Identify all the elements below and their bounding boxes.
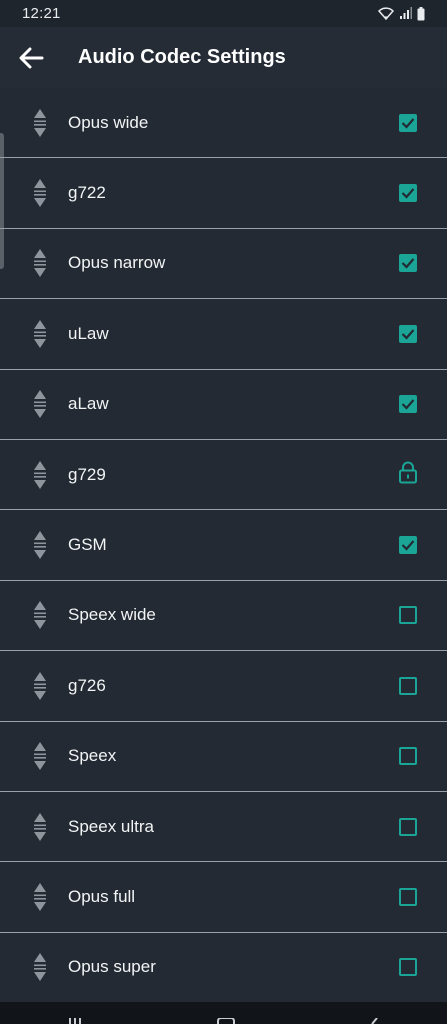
codec-label: GSM [68,535,107,555]
codec-row[interactable]: g729 [0,440,447,511]
drag-handle-icon[interactable] [26,389,54,419]
codec-label: Opus narrow [68,253,166,273]
codec-row[interactable]: Speex ultra [0,792,447,863]
codec-label: uLaw [68,323,109,343]
codec-checkbox[interactable] [399,254,417,273]
codec-label: Opus full [68,886,136,906]
codec-label: Opus wide [68,112,149,132]
check-icon [401,399,415,410]
codec-label: g722 [68,183,106,203]
wifi-icon [378,7,394,20]
codec-row[interactable]: Speex [0,722,447,792]
codec-row[interactable]: Opus super [0,933,447,1004]
drag-handle-icon[interactable] [26,460,54,490]
check-icon [401,329,415,340]
system-nav-bar [0,1002,447,1024]
codec-checkbox[interactable] [399,113,417,132]
codec-label: Opus super [68,957,156,977]
codec-label: Speex ultra [68,816,154,836]
codec-checkbox[interactable] [399,676,417,695]
back-nav-icon[interactable] [368,1018,382,1024]
home-icon[interactable] [215,1018,237,1024]
codec-checkbox[interactable] [399,747,417,766]
drag-handle-icon[interactable] [26,108,54,138]
codec-checkbox[interactable] [399,395,417,414]
page-title: Audio Codec Settings [78,46,286,68]
codec-checkbox[interactable] [399,184,417,203]
codec-checkbox[interactable] [399,324,417,343]
codec-row[interactable]: Speex wide [0,581,447,652]
check-icon [401,117,415,129]
arrow-back-icon [19,47,44,68]
recents-icon[interactable] [65,1018,85,1024]
battery-icon [417,6,425,20]
codec-label: g729 [68,464,106,484]
drag-handle-icon[interactable] [26,178,54,208]
status-time: 12:21 [22,5,61,22]
codec-label: aLaw [68,394,109,414]
drag-handle-icon[interactable] [26,882,54,912]
drag-handle-icon[interactable] [26,530,54,560]
drag-handle-icon[interactable] [26,812,54,842]
app-bar: Audio Codec Settings [0,27,447,88]
codec-label: g726 [68,675,106,695]
codec-row[interactable]: Opus narrow [0,229,447,300]
codec-checkbox[interactable] [399,958,417,977]
status-icons [378,6,425,21]
codec-row[interactable]: aLaw [0,370,447,440]
drag-handle-icon[interactable] [26,671,54,701]
codec-checkbox[interactable] [399,817,417,836]
codec-list: Opus wide g722 Opus narrow uLaw aLaw g729 GSM S… [0,88,447,1004]
back-button[interactable] [0,27,62,88]
codec-checkbox[interactable] [399,606,417,625]
codec-label: Speex wide [68,605,156,625]
lock-icon [398,461,418,488]
status-bar: 12:21 [0,0,447,27]
codec-checkbox[interactable] [399,887,417,906]
signal-icon [400,7,412,19]
drag-handle-icon[interactable] [26,600,54,630]
drag-handle-icon[interactable] [26,741,54,771]
codec-label: Speex [68,746,117,766]
codec-row[interactable]: Opus full [0,862,447,933]
codec-row[interactable]: uLaw [0,299,447,370]
codec-row[interactable]: g722 [0,158,447,229]
drag-handle-icon[interactable] [26,248,54,278]
codec-row[interactable]: GSM [0,510,447,581]
codec-row[interactable]: g726 [0,651,447,722]
codec-checkbox[interactable] [399,536,417,555]
check-icon [401,258,415,270]
check-icon [401,540,415,551]
drag-handle-icon[interactable] [26,319,54,349]
check-icon [401,188,415,199]
drag-handle-icon[interactable] [26,952,54,982]
codec-row[interactable]: Opus wide [0,88,447,159]
